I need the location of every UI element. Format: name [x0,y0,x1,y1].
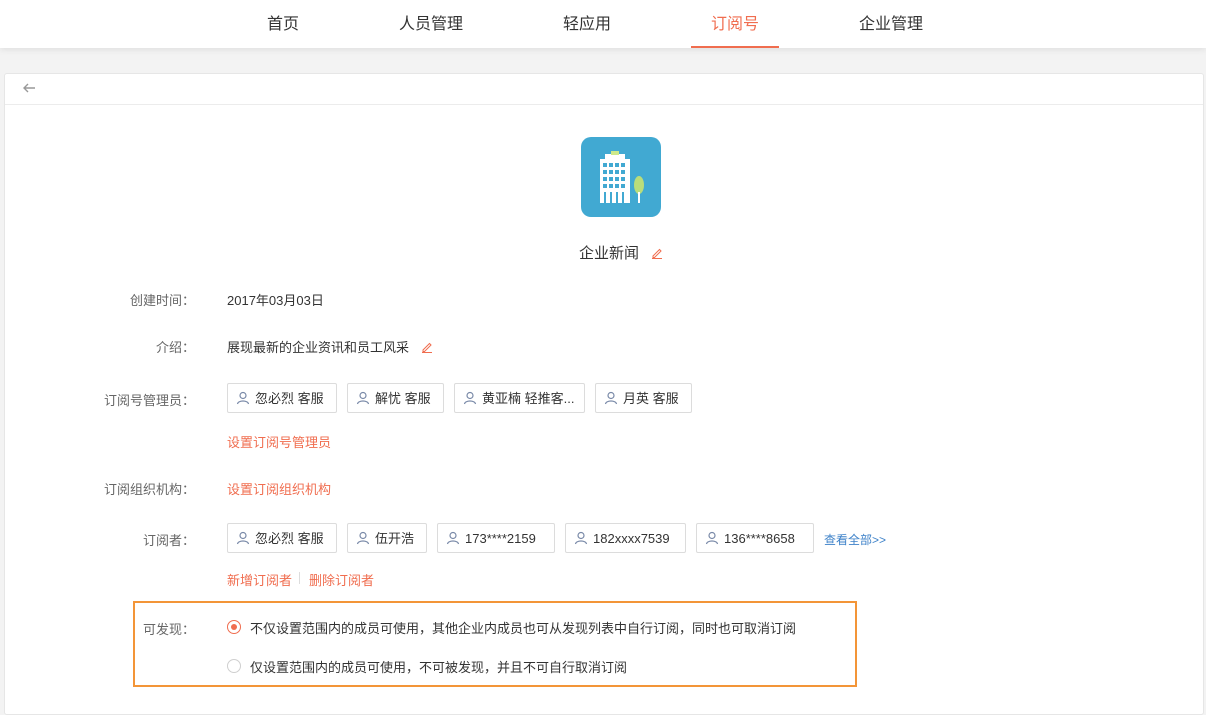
tab-light-apps[interactable]: 轻应用 [560,0,614,48]
top-navigation: 首页 人员管理 轻应用 订阅号 企业管理 [0,0,1206,48]
subscribers-label: 订阅者： [142,533,195,548]
person-icon [463,391,477,405]
admin-name: 忽必烈 客服 [255,391,324,406]
discover-label: 可发现： [142,622,195,637]
app-name-text: 企业新闻 [579,245,640,262]
discover-radio-public[interactable] [227,620,241,634]
created-time-label: 创建时间： [129,293,195,308]
app-name: 企业新闻 [579,242,663,263]
admin-chip[interactable]: 忽必烈 客服 [227,383,337,413]
discover-radio-private[interactable] [227,659,241,673]
back-bar [5,74,1203,105]
admin-chip[interactable]: 月英 客服 [595,383,692,413]
admin-name: 黄亚楠 轻推客... [482,391,575,406]
person-icon [356,531,370,545]
set-org-link[interactable]: 设置订阅组织机构 [227,479,331,498]
person-icon [574,531,588,545]
created-time-value: 2017年03月03日 [227,293,324,308]
person-icon [356,391,370,405]
admin-chip[interactable]: 解忧 客服 [347,383,444,413]
person-icon [705,531,719,545]
intro-value: 展现最新的企业资讯和员工风采 [227,337,433,356]
subscriber-chip[interactable]: 173****2159 [437,523,555,553]
building-icon [600,151,644,203]
remove-subscriber-link[interactable]: 删除订阅者 [309,570,374,589]
subscriber-chip[interactable]: 182xxxx7539 [565,523,686,553]
subscriber-name: 173****2159 [465,531,536,546]
admin-name: 月英 客服 [623,391,679,406]
subscriber-name: 忽必烈 客服 [255,531,324,546]
admin-chip[interactable]: 黄亚楠 轻推客... [454,383,585,413]
tab-subscriptions[interactable]: 订阅号 [691,0,779,48]
subscriber-name: 182xxxx7539 [593,531,670,546]
app-logo [581,137,661,217]
set-admins-link[interactable]: 设置订阅号管理员 [227,432,331,451]
discover-option-private[interactable]: 仅设置范围内的成员可使用，不可被发现，并且不可自行取消订阅 [250,657,627,676]
view-all-subscribers-link[interactable]: 查看全部>> [824,531,886,548]
tab-people-management[interactable]: 人员管理 [397,0,465,48]
subscriber-name: 伍开浩 [375,531,415,546]
subscriber-chip[interactable]: 伍开浩 [347,523,427,553]
tab-home[interactable]: 首页 [263,0,303,48]
edit-intro-icon[interactable] [421,341,433,353]
subscriber-name: 136****8658 [724,531,795,546]
edit-name-icon[interactable] [651,247,663,259]
tab-enterprise-management[interactable]: 企业管理 [857,0,925,48]
admins-label: 订阅号管理员： [103,393,195,408]
arrow-left-icon[interactable] [21,80,37,96]
org-label: 订阅组织机构： [103,482,195,497]
add-subscriber-link[interactable]: 新增订阅者 [227,570,292,589]
person-icon [604,391,618,405]
intro-text: 展现最新的企业资讯和员工风采 [227,340,410,355]
subscriber-chip[interactable]: 136****8658 [696,523,814,553]
link-divider [299,572,300,584]
person-icon [236,531,250,545]
intro-label: 介绍： [155,340,195,355]
person-icon [446,531,460,545]
admin-name: 解忧 客服 [375,391,431,406]
person-icon [236,391,250,405]
subscriber-chip[interactable]: 忽必烈 客服 [227,523,337,553]
discover-option-public[interactable]: 不仅设置范围内的成员可使用，其他企业内成员也可从发现列表中自行订阅，同时也可取消… [250,618,796,637]
